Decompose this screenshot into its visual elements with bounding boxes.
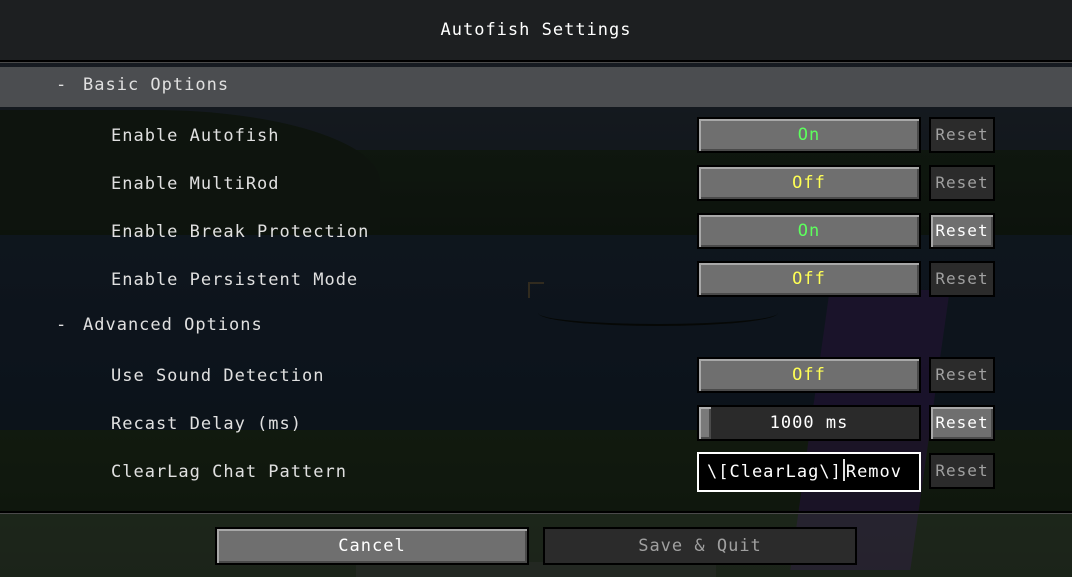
clearlag-pattern-input[interactable]: \[ClearLag\] Remov — [697, 452, 921, 492]
reset-button-recast-delay[interactable]: Reset — [929, 405, 995, 441]
collapse-icon[interactable]: - — [56, 315, 67, 335]
toggle-enable-break-protection[interactable]: On — [697, 213, 921, 249]
collapse-icon[interactable]: - — [56, 75, 67, 95]
option-label-use-sound-detection: Use Sound Detection — [111, 366, 325, 386]
text-caret — [842, 459, 845, 481]
reset-button-enable-persistent-mode[interactable]: Reset — [929, 261, 995, 297]
category-advanced-options[interactable]: - Advanced Options — [0, 307, 1072, 347]
option-label-enable-persistent-mode: Enable Persistent Mode — [111, 270, 359, 290]
footer-bar — [0, 514, 1072, 577]
category-label: Advanced Options — [83, 315, 263, 335]
category-basic-options[interactable]: - Basic Options — [0, 67, 1072, 107]
save-and-quit-button[interactable]: Save & Quit — [543, 527, 857, 565]
page-title: Autofish Settings — [440, 20, 632, 40]
option-label-enable-break-protection: Enable Break Protection — [111, 222, 370, 242]
category-label: Basic Options — [83, 75, 230, 95]
slider-handle[interactable] — [699, 407, 711, 439]
reset-button-enable-multirod[interactable]: Reset — [929, 165, 995, 201]
cancel-button[interactable]: Cancel — [215, 527, 529, 565]
option-label-recast-delay: Recast Delay (ms) — [111, 414, 302, 434]
reset-button-clearlag-chat-pattern[interactable]: Reset — [929, 453, 995, 489]
recast-delay-slider[interactable]: 1000 ms — [697, 405, 921, 441]
toggle-enable-multirod[interactable]: Off — [697, 165, 921, 201]
reset-button-use-sound-detection[interactable]: Reset — [929, 357, 995, 393]
reset-button-enable-break-protection[interactable]: Reset — [929, 213, 995, 249]
input-text-after-caret: Remov — [845, 462, 903, 482]
input-text-before-caret: \[ClearLag\] — [707, 462, 842, 482]
toggle-enable-persistent-mode[interactable]: Off — [697, 261, 921, 297]
toggle-enable-autofish[interactable]: On — [697, 117, 921, 153]
option-label-clearlag-chat-pattern: ClearLag Chat Pattern — [111, 462, 347, 482]
option-label-enable-multirod: Enable MultiRod — [111, 174, 280, 194]
slider-value: 1000 ms — [769, 413, 849, 433]
reset-button-enable-autofish[interactable]: Reset — [929, 117, 995, 153]
toggle-use-sound-detection[interactable]: Off — [697, 357, 921, 393]
option-label-enable-autofish: Enable Autofish — [111, 126, 280, 146]
